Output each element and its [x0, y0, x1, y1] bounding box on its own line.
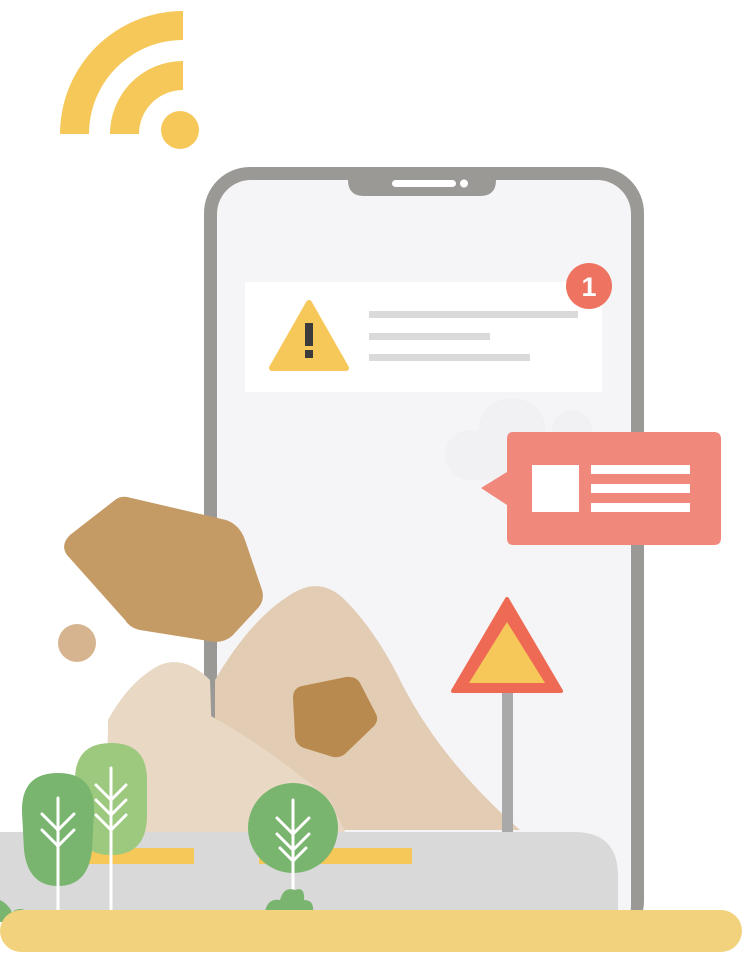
phone-camera	[460, 179, 468, 188]
message-card-icon	[481, 432, 721, 545]
notification-line	[369, 333, 490, 340]
badge-count: 1	[581, 272, 596, 302]
sign-pole	[502, 690, 513, 840]
wifi-icon	[60, 11, 199, 149]
rock-small	[58, 624, 96, 662]
landslide-alert-illustration: 1	[0, 0, 742, 954]
notification-line	[369, 354, 530, 361]
notification-badge: 1	[566, 263, 612, 309]
phone-speaker	[392, 180, 456, 187]
notification-line	[369, 311, 578, 318]
ground	[0, 910, 742, 952]
notification-card[interactable]	[245, 282, 602, 392]
